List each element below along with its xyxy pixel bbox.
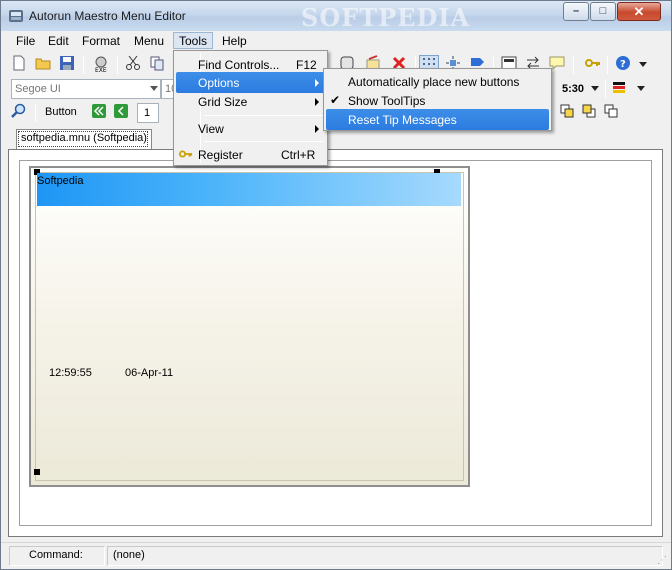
title-bar[interactable]: Autorun Maestro Menu Editor SOFTPEDIA – …	[1, 1, 671, 32]
menu-item-auto-place-buttons[interactable]: Automatically place new buttons	[326, 71, 549, 92]
title-banner[interactable]	[37, 173, 461, 206]
options-submenu: Automatically place new buttons ✔ Show T…	[323, 68, 552, 131]
menu-item-label: Grid Size	[198, 95, 248, 109]
font-combo[interactable]: Segoe UI	[11, 79, 161, 99]
menu-separator	[204, 115, 324, 116]
status-command-label: Command:	[29, 549, 83, 561]
menu-item-label: Reset Tip Messages	[348, 113, 457, 127]
menu-item-label: Show ToolTips	[348, 94, 426, 108]
bring-front-icon[interactable]	[557, 103, 577, 123]
menu-edit[interactable]: Edit	[43, 33, 74, 50]
build-exe-icon[interactable]: EXE	[91, 55, 111, 75]
status-command-value: (none)	[113, 549, 145, 561]
svg-text:EXE: EXE	[95, 67, 107, 73]
clock-display[interactable]: 12:59:55	[49, 367, 92, 379]
menu-item-show-tooltips[interactable]: ✔ Show ToolTips	[326, 90, 549, 111]
control-type-label: Button	[45, 106, 77, 118]
color-picker-icon[interactable]	[609, 79, 629, 99]
first-record-icon[interactable]	[89, 103, 109, 123]
send-back-icon[interactable]	[579, 103, 599, 123]
tools-menu: Find Controls... F12 Options Grid Size V…	[173, 50, 328, 166]
app-window: Autorun Maestro Menu Editor SOFTPEDIA – …	[0, 0, 672, 570]
key-icon[interactable]	[583, 55, 603, 75]
minimize-button[interactable]: –	[563, 2, 589, 21]
toolbar-separator	[35, 104, 36, 122]
menu-item-grid-size[interactable]: Grid Size	[176, 91, 325, 112]
layer-icon[interactable]	[601, 103, 621, 123]
copy-icon[interactable]	[147, 55, 167, 75]
menu-item-label: Automatically place new buttons	[348, 75, 520, 89]
find-magnifier-icon[interactable]	[9, 103, 29, 123]
menu-item-label: Find Controls...	[198, 58, 280, 72]
menu-item-register[interactable]: Register Ctrl+R	[176, 144, 325, 165]
menu-tools[interactable]: Tools	[173, 32, 214, 49]
menu-item-options[interactable]: Options	[176, 72, 325, 93]
menu-separator	[204, 141, 324, 142]
checkmark-icon: ✔	[330, 93, 341, 107]
toolbar-separator	[607, 56, 608, 74]
record-index-input[interactable]: 1	[137, 103, 159, 123]
maximize-icon: □	[599, 5, 607, 17]
minimize-icon: –	[572, 5, 580, 17]
help-dropdown-icon[interactable]	[633, 55, 653, 75]
menu-item-label: View	[198, 122, 224, 136]
banner-label[interactable]: Softpedia	[37, 175, 83, 187]
svg-text:?: ?	[620, 59, 626, 70]
submenu-arrow-icon	[315, 79, 319, 87]
menu-item-reset-tip-messages[interactable]: Reset Tip Messages	[326, 109, 549, 130]
close-icon: ✕	[633, 4, 645, 19]
menu-item-shortcut: F12	[296, 58, 317, 72]
menu-item-view[interactable]: View	[176, 118, 325, 139]
design-surface-border	[35, 172, 464, 481]
open-folder-icon[interactable]	[33, 55, 53, 75]
menu-help[interactable]: Help	[217, 33, 252, 50]
menu-menu[interactable]: Menu	[129, 33, 169, 50]
menu-item-shortcut: Ctrl+R	[281, 148, 316, 162]
toolbar-separator	[573, 56, 574, 74]
menu-item-label: Options	[198, 76, 240, 90]
chevron-down-icon	[150, 86, 158, 91]
date-display[interactable]: 06-Apr-11	[125, 367, 173, 379]
previous-record-icon[interactable]	[111, 103, 131, 123]
tab-focus-rect	[18, 131, 148, 147]
menu-design-surface[interactable]	[29, 166, 470, 487]
key-icon	[179, 147, 193, 164]
save-icon[interactable]	[57, 55, 77, 75]
resize-grip-icon[interactable]: ⋰	[657, 555, 667, 566]
help-icon[interactable]: ?	[613, 55, 633, 75]
menu-item-label: Register	[198, 148, 243, 162]
window-title: Autorun Maestro Menu Editor	[29, 9, 186, 23]
toolbar-separator	[83, 56, 84, 74]
time-format-dropdown-icon[interactable]	[585, 79, 605, 99]
status-bar: Command: (none) ⋰	[1, 542, 671, 569]
toolbar-separator	[605, 80, 606, 98]
color-dropdown-icon[interactable]	[631, 79, 651, 99]
menu-format[interactable]: Format	[77, 33, 125, 50]
cut-icon[interactable]	[123, 55, 143, 75]
menu-file[interactable]: File	[11, 33, 40, 50]
app-icon[interactable]	[8, 8, 24, 24]
maximize-button[interactable]: □	[590, 2, 616, 21]
menu-bar: File Edit Format Menu Tools Help	[1, 31, 671, 51]
status-cell-value	[107, 546, 663, 566]
close-button[interactable]: ✕	[617, 2, 661, 21]
watermark-text: SOFTPEDIA	[301, 3, 471, 32]
submenu-arrow-icon	[315, 125, 319, 133]
toolbar-separator	[117, 56, 118, 74]
resize-handle-bottom-left[interactable]	[34, 469, 40, 475]
new-file-icon[interactable]	[9, 55, 29, 75]
submenu-arrow-icon	[315, 98, 319, 106]
time-format-icon[interactable]: 5:30	[561, 79, 585, 99]
font-combo-value: Segoe UI	[15, 83, 61, 95]
